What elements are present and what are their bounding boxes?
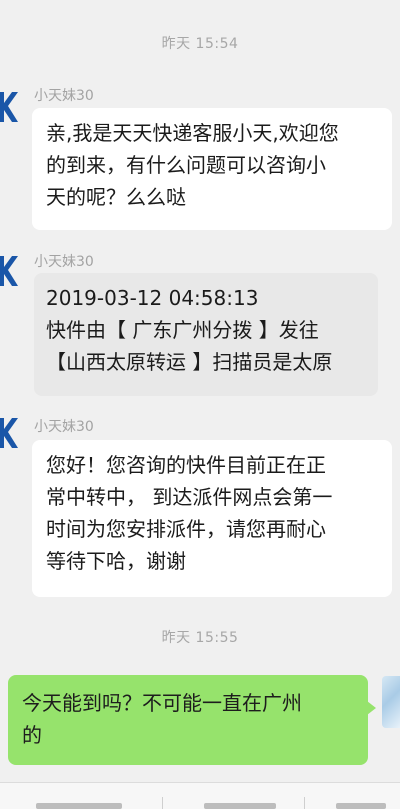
message-timestamp: 昨天 15:54 [161, 36, 239, 52]
menu-divider [162, 797, 163, 809]
menu-item[interactable] [36, 803, 122, 809]
kuaidi-logo-icon[interactable] [0, 248, 18, 294]
menu-item[interactable] [204, 803, 276, 809]
menu-item[interactable] [336, 803, 386, 809]
menu-divider [304, 797, 305, 809]
message-timestamp: 昨天 15:55 [161, 630, 239, 646]
message-bubble-welcome[interactable]: 亲,我是天天快递客服小天,欢迎您 的到来，有什么问题可以咨询小 天的呢？么么哒 [32, 108, 392, 230]
sender-name: 小天妹30 [34, 419, 94, 435]
message-bubble-tracking[interactable]: 2019-03-12 04:58:13 快件由【 广东广州分拨 】发往 【山西太… [34, 273, 378, 396]
kuaidi-logo-icon[interactable] [0, 410, 18, 456]
message-bubble-status[interactable]: 您好！您咨询的快件目前正在正 常中转中， 到达派件网点会第一 时间为您安排派件，… [32, 440, 392, 597]
sender-name: 小天妹30 [34, 88, 94, 104]
sender-name: 小天妹30 [34, 254, 94, 270]
chat-window[interactable]: 昨天 15:54 小天妹30 亲,我是天天快递客服小天,欢迎您 的到来，有什么问… [0, 0, 400, 809]
user-avatar[interactable] [382, 676, 400, 728]
kuaidi-logo-icon[interactable] [0, 84, 18, 130]
bottom-menu-bar[interactable] [0, 782, 400, 809]
message-bubble-outgoing[interactable]: 今天能到吗？不可能一直在广州 的 [8, 675, 376, 765]
